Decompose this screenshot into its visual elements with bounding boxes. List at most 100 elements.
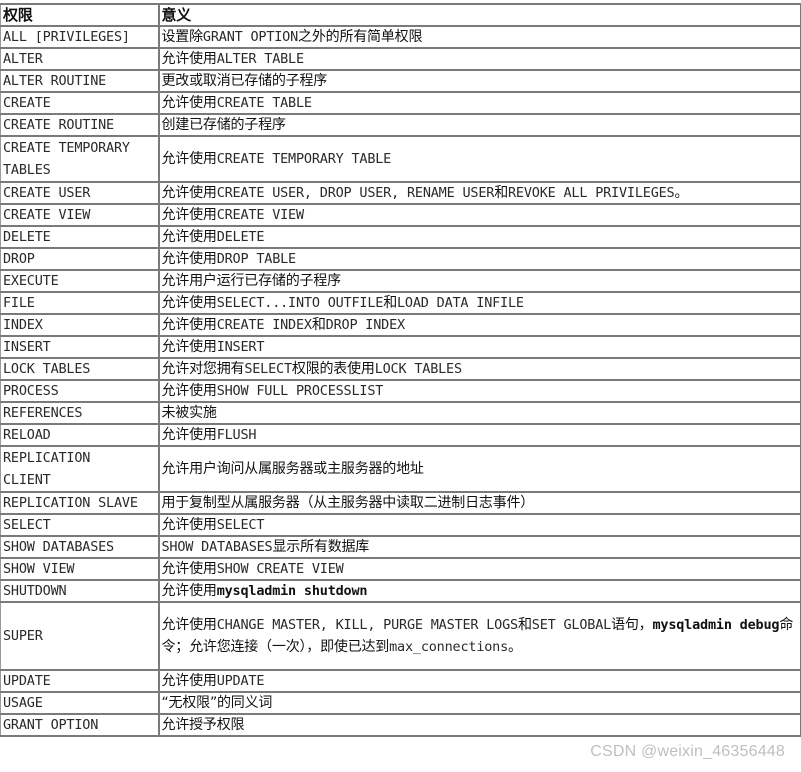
meaning-text: 允许使用: [161, 207, 217, 223]
meaning-text: 更改或取消已存储的子程序: [161, 73, 328, 89]
meaning-text: 允许使用: [161, 317, 217, 333]
privilege-cell: LOCK TABLES: [0, 357, 160, 381]
meaning-cell: 允许使用DROP TABLE: [157, 247, 801, 271]
meaning-cell: 允许使用SELECT: [157, 513, 801, 537]
meaning-text: 允许用户运行已存储的子程序: [161, 273, 342, 289]
table-row: REPLICATION CLIENT 允许用户询问从属服务器或主服务器的地址: [0, 445, 801, 493]
meaning-text: 用于复制型从属服务器（从主服务器中读取二进制日志事件）: [161, 495, 535, 511]
meaning-text: 允许使用: [161, 95, 217, 111]
meaning-cell: 允许使用CREATE TABLE: [157, 91, 801, 115]
privilege-cell: SELECT: [0, 513, 160, 537]
meaning-cell: 允许用户运行已存储的子程序: [157, 269, 801, 293]
table-row: FILE 允许使用SELECT...INTO OUTFILE和LOAD DATA …: [0, 291, 801, 315]
meaning-code: FLUSH: [216, 427, 257, 443]
meaning-text: 和: [383, 295, 397, 311]
table-row: PROCESS 允许使用SHOW FULL PROCESSLIST: [0, 379, 801, 403]
table-row: CREATE VIEW 允许使用CREATE VIEW: [0, 203, 801, 227]
privilege-cell: CREATE TEMPORARY TABLES: [0, 135, 160, 183]
privilege-cell: UPDATE: [0, 669, 160, 693]
privilege-cell: ALTER ROUTINE: [0, 69, 160, 93]
meaning-cell: 设置除GRANT OPTION之外的所有简单权限: [157, 25, 801, 49]
meaning-cell: 未被实施: [157, 401, 801, 425]
meaning-text: 创建已存储的子程序: [161, 117, 286, 133]
meaning-cell: 允许使用CREATE TEMPORARY TABLE: [157, 135, 801, 183]
meaning-code: mysqladmin shutdown: [216, 583, 368, 599]
meaning-code: SHOW DATABASES: [161, 539, 273, 555]
privilege-cell: EXECUTE: [0, 269, 160, 293]
privilege-cell: USAGE: [0, 691, 160, 715]
privilege-cell: SHOW DATABASES: [0, 535, 160, 559]
meaning-code: ALTER TABLE: [216, 51, 304, 67]
meaning-cell: SHOW DATABASES显示所有数据库: [157, 535, 801, 559]
meaning-code: REVOKE ALL PRIVILEGES: [508, 185, 675, 201]
table-row: UPDATE 允许使用UPDATE: [0, 669, 801, 693]
meaning-code: max_connections: [389, 639, 509, 655]
table-header-row: 权限 意义: [0, 3, 801, 27]
privilege-cell: GRANT OPTION: [0, 713, 160, 737]
privileges-table: 权限 意义 ALL [PRIVILEGES] 设置除GRANT OPTION之外的…: [0, 3, 801, 737]
privilege-cell: PROCESS: [0, 379, 160, 403]
meaning-code: CREATE TABLE: [216, 95, 312, 111]
table-row: INDEX 允许使用CREATE INDEX和DROP INDEX: [0, 313, 801, 337]
table-row: SHOW VIEW 允许使用SHOW CREATE VIEW: [0, 557, 801, 581]
table-row: SELECT 允许使用SELECT: [0, 513, 801, 537]
meaning-text: 允许使用: [161, 251, 217, 267]
privilege-cell: ALTER: [0, 47, 160, 71]
meaning-text: 。: [508, 639, 522, 655]
privilege-cell: INDEX: [0, 313, 160, 337]
table-body: ALL [PRIVILEGES] 设置除GRANT OPTION之外的所有简单权限…: [0, 25, 801, 737]
meaning-text: 允许用户询问从属服务器或主服务器的地址: [161, 461, 424, 477]
privilege-cell: REFERENCES: [0, 401, 160, 425]
meaning-code: INSERT: [216, 339, 265, 355]
meaning-cell: 允许使用CHANGE MASTER, KILL, PURGE MASTER LO…: [157, 601, 801, 671]
meaning-code: LOCK TABLES: [374, 361, 462, 377]
privilege-cell: FILE: [0, 291, 160, 315]
privilege-line: CREATE TEMPORARY: [3, 140, 130, 156]
meaning-code: SET GLOBAL: [531, 617, 612, 633]
meaning-text: 允许使用: [161, 339, 217, 355]
meaning-cell: 允许使用SELECT...INTO OUTFILE和LOAD DATA INFI…: [157, 291, 801, 315]
meaning-code: SELECT: [244, 361, 292, 377]
meaning-cell: 允许对您拥有SELECT权限的表使用LOCK TABLES: [157, 357, 801, 381]
table-row: DELETE 允许使用DELETE: [0, 225, 801, 249]
meaning-text: 允许使用: [161, 51, 217, 67]
watermark: CSDN @weixin_46356448: [590, 743, 785, 760]
meaning-code: CHANGE MASTER, KILL, PURGE MASTER LOGS: [216, 617, 518, 633]
meaning-code: CREATE VIEW: [216, 207, 304, 223]
meaning-cell: 允许使用SHOW FULL PROCESSLIST: [157, 379, 801, 403]
meaning-code: CREATE TEMPORARY TABLE: [216, 151, 392, 167]
meaning-cell: “无权限”的同义词: [157, 691, 801, 715]
meaning-code: CREATE INDEX: [216, 317, 312, 333]
table-row: DROP 允许使用DROP TABLE: [0, 247, 801, 271]
meaning-cell: 允许使用DELETE: [157, 225, 801, 249]
meaning-text: 允许使用: [161, 229, 217, 245]
meaning-text: 允许使用: [161, 673, 217, 689]
meaning-code: SELECT...INTO OUTFILE: [216, 295, 384, 311]
meaning-text: 允许授予权限: [161, 717, 245, 733]
meaning-cell: 允许使用mysqladmin shutdown: [157, 579, 801, 603]
meaning-cell: 更改或取消已存储的子程序: [157, 69, 801, 93]
privilege-cell: CREATE VIEW: [0, 203, 160, 227]
meaning-text: “无权限”的同义词: [161, 695, 273, 711]
meaning-code: CREATE USER, DROP USER, RENAME USER: [216, 185, 495, 201]
privilege-cell: REPLICATION SLAVE: [0, 491, 160, 515]
meaning-text: 允许使用: [161, 185, 217, 201]
meaning-cell: 允许使用UPDATE: [157, 669, 801, 693]
meaning-text: 和: [494, 185, 508, 201]
meaning-code: GRANT OPTION: [202, 29, 299, 45]
meaning-code: mysqladmin debug: [652, 617, 780, 633]
meaning-text: 权限的表使用: [291, 361, 375, 377]
meaning-code: DROP TABLE: [216, 251, 296, 267]
meaning-text: 语句，: [611, 617, 653, 633]
meaning-code: SELECT: [216, 517, 265, 533]
table-row: ALTER 允许使用ALTER TABLE: [0, 47, 801, 71]
meaning-code: DELETE: [216, 229, 265, 245]
meaning-text: 允许使用: [161, 427, 217, 443]
meaning-cell: 允许使用CREATE USER, DROP USER, RENAME USER和…: [157, 181, 801, 205]
table-row: REPLICATION SLAVE 用于复制型从属服务器（从主服务器中读取二进制日…: [0, 491, 801, 515]
privilege-cell: SHUTDOWN: [0, 579, 160, 603]
privilege-line: TABLES: [3, 162, 51, 178]
meaning-code: LOAD DATA INFILE: [397, 295, 524, 311]
table-row: SUPER 允许使用CHANGE MASTER, KILL, PURGE MAST…: [0, 601, 801, 671]
meaning-text: 。: [674, 185, 689, 201]
